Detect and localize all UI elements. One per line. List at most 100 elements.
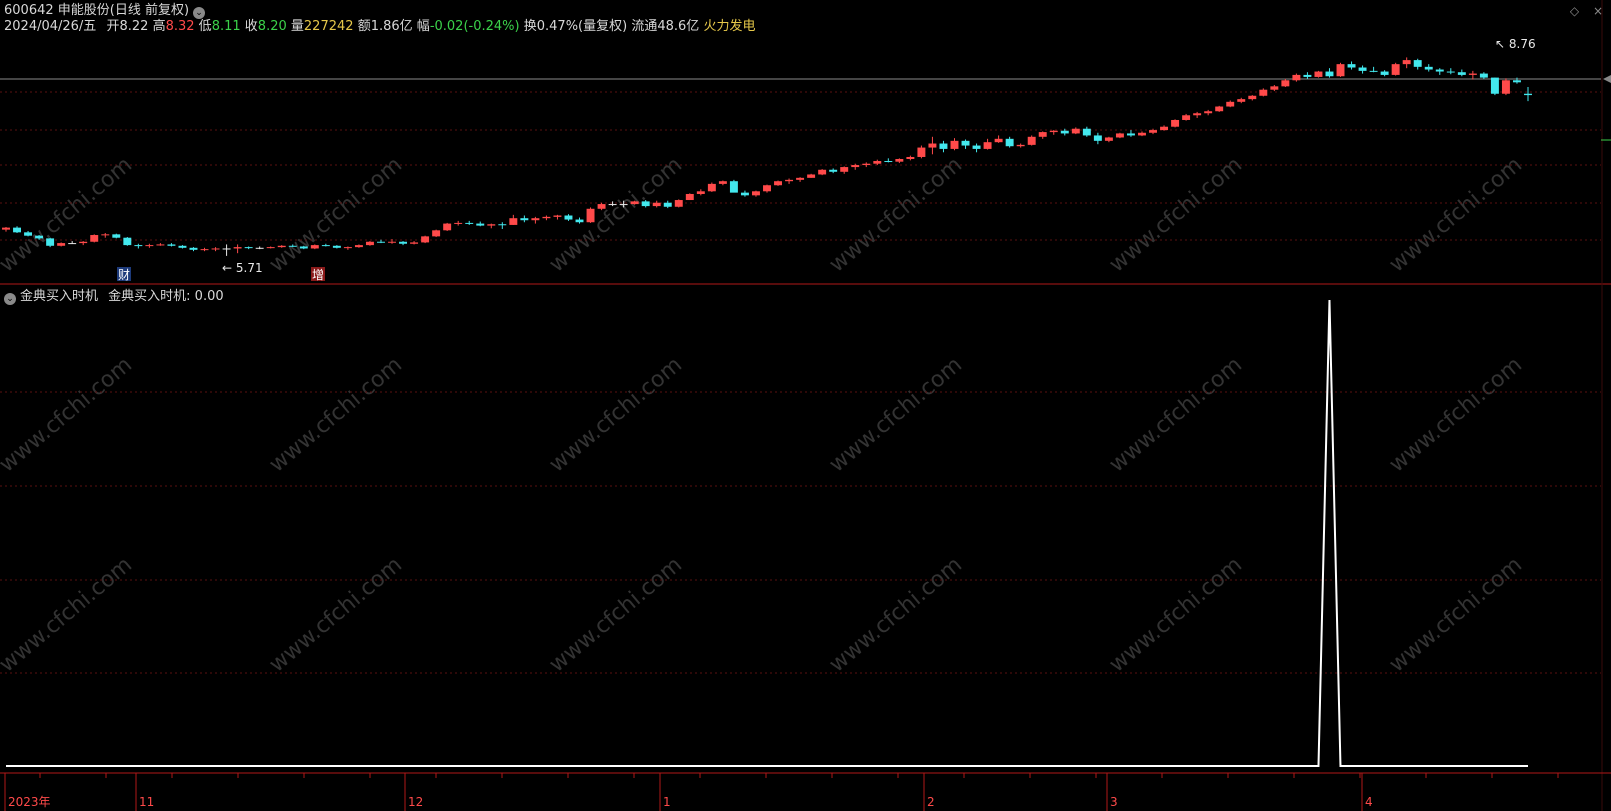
- candle-body: [432, 230, 441, 237]
- price-marker-icon: [1603, 75, 1611, 83]
- indicator-series: [6, 299, 1528, 767]
- candle-body: [1237, 99, 1246, 102]
- grid-lines: [0, 0, 1611, 811]
- candle-body: [1336, 64, 1345, 77]
- candle-body: [178, 245, 187, 248]
- candle-body: [299, 246, 308, 249]
- candle-body: [1446, 71, 1455, 73]
- candle-body: [1281, 80, 1290, 87]
- candle-body: [1171, 119, 1180, 127]
- watermark-text: www.cfchi.com: [1105, 552, 1247, 677]
- candle-body: [939, 143, 948, 149]
- candle-body: [531, 218, 540, 221]
- candle-body: [983, 142, 992, 149]
- candle-body: [343, 247, 352, 249]
- candle-body: [1490, 77, 1499, 94]
- candle-body: [630, 201, 639, 205]
- candle-body: [818, 169, 827, 175]
- candle-body: [354, 245, 363, 248]
- candle-body: [796, 177, 805, 180]
- candle-body: [1314, 71, 1323, 77]
- candle-body: [145, 245, 154, 247]
- candle-body: [542, 216, 551, 219]
- candle-body: [884, 161, 893, 163]
- candle-body: [1215, 106, 1224, 112]
- candle-body: [950, 140, 959, 149]
- high-price-label: ↖ 8.76: [1495, 37, 1536, 51]
- candle-body: [498, 224, 507, 226]
- candle-body: [1226, 101, 1235, 107]
- candle-body: [1303, 74, 1312, 77]
- candle-body: [1049, 130, 1058, 133]
- candle-body: [1270, 86, 1279, 90]
- kline-chart-canvas[interactable]: www.cfchi.com www.cfchi.com www.cfchi.com w…: [0, 0, 1611, 811]
- candle-body: [807, 174, 816, 178]
- candle-body: [1435, 69, 1444, 72]
- candle-body: [906, 156, 915, 159]
- candle-body: [1016, 144, 1025, 147]
- candle-body: [454, 222, 463, 224]
- candle-body: [1358, 67, 1367, 71]
- candle-body: [1259, 89, 1268, 96]
- candle-body: [1479, 73, 1488, 78]
- x-axis-label: 4: [1365, 795, 1373, 809]
- candle-body: [123, 237, 132, 246]
- candle-body: [840, 167, 849, 172]
- candle-body: [1524, 93, 1532, 96]
- candle-body: [156, 244, 165, 246]
- candle-body: [134, 245, 143, 247]
- candle-body: [553, 215, 562, 217]
- candle-body: [608, 204, 617, 206]
- candle-body: [1182, 115, 1191, 120]
- candle-body: [1160, 126, 1169, 131]
- candle-body: [222, 248, 231, 250]
- watermark-text: www.cfchi.com: [265, 152, 407, 277]
- candle-body: [332, 245, 341, 248]
- candle-body: [752, 191, 760, 196]
- candle-body: [1325, 71, 1334, 77]
- candle-body: [57, 243, 66, 246]
- candle-body: [707, 183, 716, 192]
- candle-body: [586, 208, 595, 223]
- candle-body: [1027, 136, 1036, 145]
- candle-body: [388, 241, 396, 243]
- candle-body: [674, 200, 683, 207]
- candle-body: [112, 234, 121, 238]
- candle-body: [255, 247, 264, 249]
- candle-body: [785, 179, 794, 182]
- candle-body: [696, 191, 705, 194]
- candle-body: [1071, 128, 1080, 134]
- candle-body: [399, 241, 408, 244]
- candle-body: [233, 247, 242, 249]
- candle-body: [35, 235, 44, 239]
- indicator-line: [6, 299, 1528, 767]
- candle-body: [365, 241, 374, 246]
- candle-body: [443, 223, 452, 231]
- x-axis-label: 2023年: [8, 795, 51, 809]
- candle-body: [1468, 73, 1477, 75]
- candle-body: [509, 218, 518, 225]
- watermark-layer: www.cfchi.com www.cfchi.com www.cfchi.com w…: [0, 152, 1527, 677]
- badge-zeng: 增: [312, 268, 324, 282]
- candle-body: [564, 215, 573, 220]
- watermark-text: www.cfchi.com: [1385, 152, 1527, 277]
- candle-body: [873, 161, 882, 164]
- candle-body: [13, 227, 21, 233]
- watermark-text: www.cfchi.com: [265, 352, 407, 477]
- candle-body: [24, 232, 33, 236]
- candle-body: [663, 202, 672, 207]
- candle-body: [575, 219, 584, 223]
- candle-body: [1115, 133, 1124, 138]
- candle-body: [200, 249, 209, 251]
- x-axis-label: 1: [663, 795, 671, 809]
- candle-body: [1501, 80, 1510, 94]
- watermark-text: www.cfchi.com: [0, 352, 137, 477]
- candle-body: [1082, 128, 1091, 136]
- candle-body: [1060, 130, 1069, 134]
- candle-body: [421, 236, 430, 243]
- watermark-text: www.cfchi.com: [1385, 352, 1527, 477]
- candle-body: [1347, 64, 1356, 68]
- candle-body: [774, 181, 782, 186]
- candle-body: [410, 242, 419, 244]
- candle-body: [266, 247, 275, 249]
